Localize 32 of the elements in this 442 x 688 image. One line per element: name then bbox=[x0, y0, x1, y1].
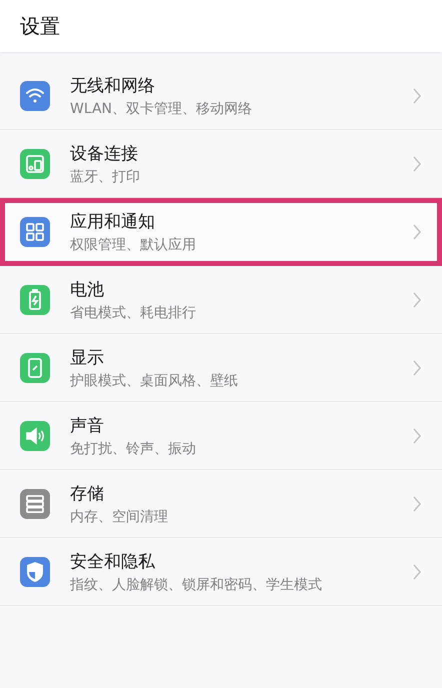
item-title: 声音 bbox=[70, 414, 105, 436]
item-subtitle: 内存、空间清理 bbox=[70, 508, 169, 526]
item-title: 存储 bbox=[70, 482, 105, 504]
chevron-icon bbox=[412, 154, 422, 172]
settings-item[interactable]: 显示 护眼模式、桌面风格、壁纸 bbox=[0, 334, 442, 402]
settings-item[interactable]: 应用和通知 权限管理、默认应用 bbox=[0, 198, 442, 266]
item-title: 无线和网络 bbox=[70, 74, 156, 96]
chevron-icon bbox=[412, 358, 422, 376]
item-subtitle: 省电模式、耗电排行 bbox=[70, 304, 197, 322]
item-subtitle: 护眼模式、桌面风格、壁纸 bbox=[70, 372, 239, 390]
settings-item[interactable]: 电池 省电模式、耗电排行 bbox=[0, 266, 442, 334]
item-title: 应用和通知 bbox=[70, 210, 156, 232]
settings-item[interactable]: 无线和网络 WLAN、双卡管理、移动网络 bbox=[0, 62, 442, 130]
item-subtitle: 指纹、人脸解锁、锁屏和密码、学生模式 bbox=[70, 576, 323, 594]
page-title: 设置 bbox=[20, 12, 60, 40]
item-subtitle: 蓝牙、打印 bbox=[70, 168, 141, 186]
item-title: 安全和隐私 bbox=[70, 550, 156, 572]
chevron-icon bbox=[412, 426, 422, 444]
item-title: 电池 bbox=[70, 278, 105, 300]
settings-item[interactable]: 存储 内存、空间清理 bbox=[0, 470, 442, 538]
chevron-icon bbox=[412, 86, 422, 104]
item-title: 显示 bbox=[70, 346, 105, 368]
chevron-icon bbox=[412, 222, 422, 240]
item-subtitle: WLAN、双卡管理、移动网络 bbox=[70, 100, 254, 118]
chevron-icon bbox=[412, 494, 422, 512]
item-subtitle: 免打扰、铃声、振动 bbox=[70, 440, 197, 458]
settings-item[interactable]: 安全和隐私 指纹、人脸解锁、锁屏和密码、学生模式 bbox=[0, 538, 442, 606]
item-title: 设备连接 bbox=[70, 142, 139, 164]
chevron-icon bbox=[412, 562, 422, 580]
settings-item[interactable]: 声音 免打扰、铃声、振动 bbox=[0, 402, 442, 470]
item-subtitle: 权限管理、默认应用 bbox=[70, 236, 197, 254]
chevron-icon bbox=[412, 290, 422, 308]
